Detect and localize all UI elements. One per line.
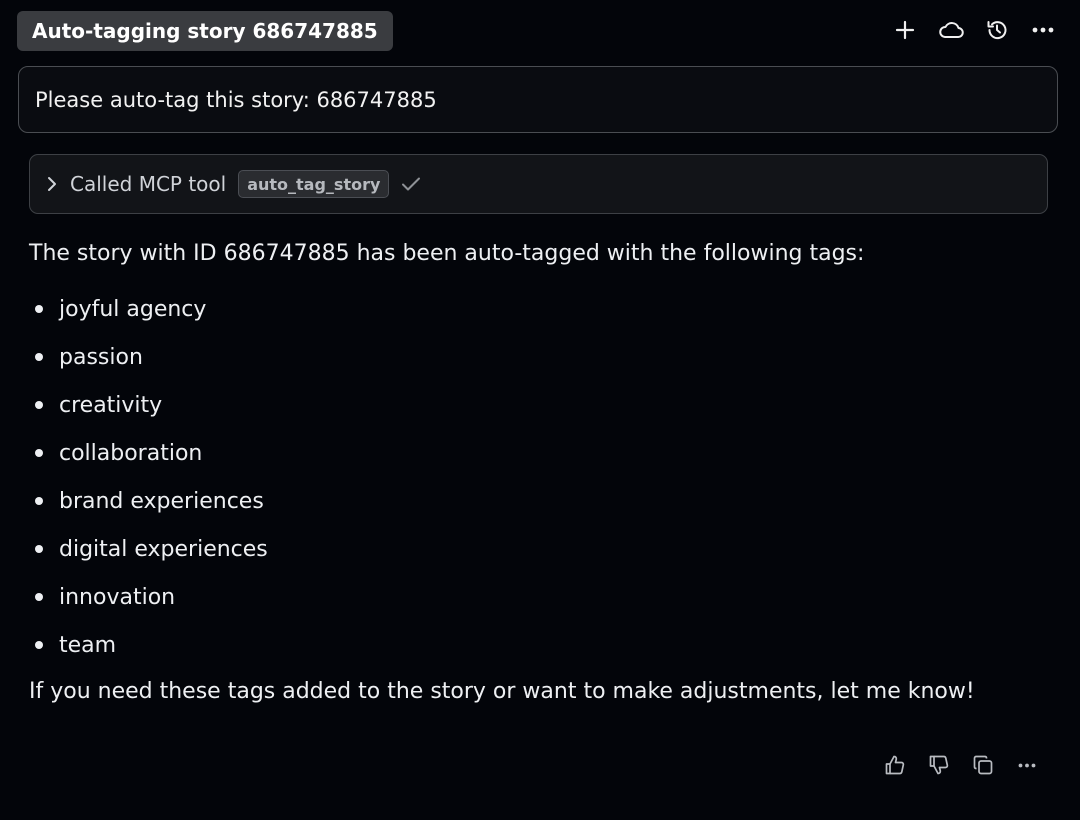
bullet-icon: [35, 497, 43, 505]
history-icon: [987, 21, 1007, 40]
bullet-icon: [35, 305, 43, 313]
header-actions: [892, 14, 1056, 46]
list-item: innovation: [29, 573, 1059, 621]
more-button[interactable]: [1030, 14, 1056, 46]
more-horizontal-icon: [1018, 763, 1036, 767]
thumbs-up-button[interactable]: [882, 750, 908, 780]
copy-icon: [973, 755, 993, 775]
list-item: passion: [29, 333, 1059, 381]
conversation-title[interactable]: Auto-tagging story 686747885: [17, 11, 393, 51]
tag-list: joyful agency passion creativity collabo…: [29, 285, 1059, 669]
more-horizontal-icon: [1032, 27, 1054, 33]
response-intro: The story with ID 686747885 has been aut…: [29, 241, 865, 266]
new-chat-button[interactable]: [892, 14, 918, 46]
plus-icon: [895, 20, 915, 40]
bullet-icon: [35, 545, 43, 553]
user-message: Please auto-tag this story: 686747885: [18, 66, 1058, 133]
more-options-button[interactable]: [1014, 750, 1040, 780]
user-message-text: Please auto-tag this story: 686747885: [35, 87, 437, 112]
tag-label: collaboration: [59, 440, 203, 466]
tool-call-toggle[interactable]: Called MCP tool auto_tag_story: [29, 154, 1048, 214]
list-item: digital experiences: [29, 525, 1059, 573]
tag-label: passion: [59, 344, 143, 370]
list-item: collaboration: [29, 429, 1059, 477]
tag-label: brand experiences: [59, 488, 264, 514]
check-icon: [401, 176, 421, 192]
thumbs-down-icon: [929, 755, 949, 775]
history-button[interactable]: [984, 14, 1010, 46]
tag-label: team: [59, 632, 117, 658]
tool-call-label: Called MCP tool: [70, 172, 227, 196]
tag-label: innovation: [59, 584, 176, 610]
list-item: team: [29, 621, 1059, 669]
bullet-icon: [35, 449, 43, 457]
bullet-icon: [35, 401, 43, 409]
chevron-right-icon: [46, 175, 58, 193]
tag-label: creativity: [59, 392, 163, 418]
cloud-icon: [939, 22, 964, 38]
response-outro: If you need these tags added to the stor…: [29, 679, 975, 704]
list-item: creativity: [29, 381, 1059, 429]
thumbs-up-icon: [885, 755, 905, 775]
cloud-button[interactable]: [938, 14, 964, 46]
assistant-message: The story with ID 686747885 has been aut…: [29, 237, 1059, 709]
list-item: joyful agency: [29, 285, 1059, 333]
copy-button[interactable]: [970, 750, 996, 780]
bullet-icon: [35, 641, 43, 649]
bullet-icon: [35, 593, 43, 601]
tag-label: joyful agency: [59, 296, 207, 322]
tool-name-badge: auto_tag_story: [238, 170, 390, 198]
list-item: brand experiences: [29, 477, 1059, 525]
message-actions: [882, 750, 1040, 780]
tag-label: digital experiences: [59, 536, 268, 562]
bullet-icon: [35, 353, 43, 361]
chat-panel: Auto-tagging story 686747885 Please auto…: [0, 0, 1080, 820]
thumbs-down-button[interactable]: [926, 750, 952, 780]
